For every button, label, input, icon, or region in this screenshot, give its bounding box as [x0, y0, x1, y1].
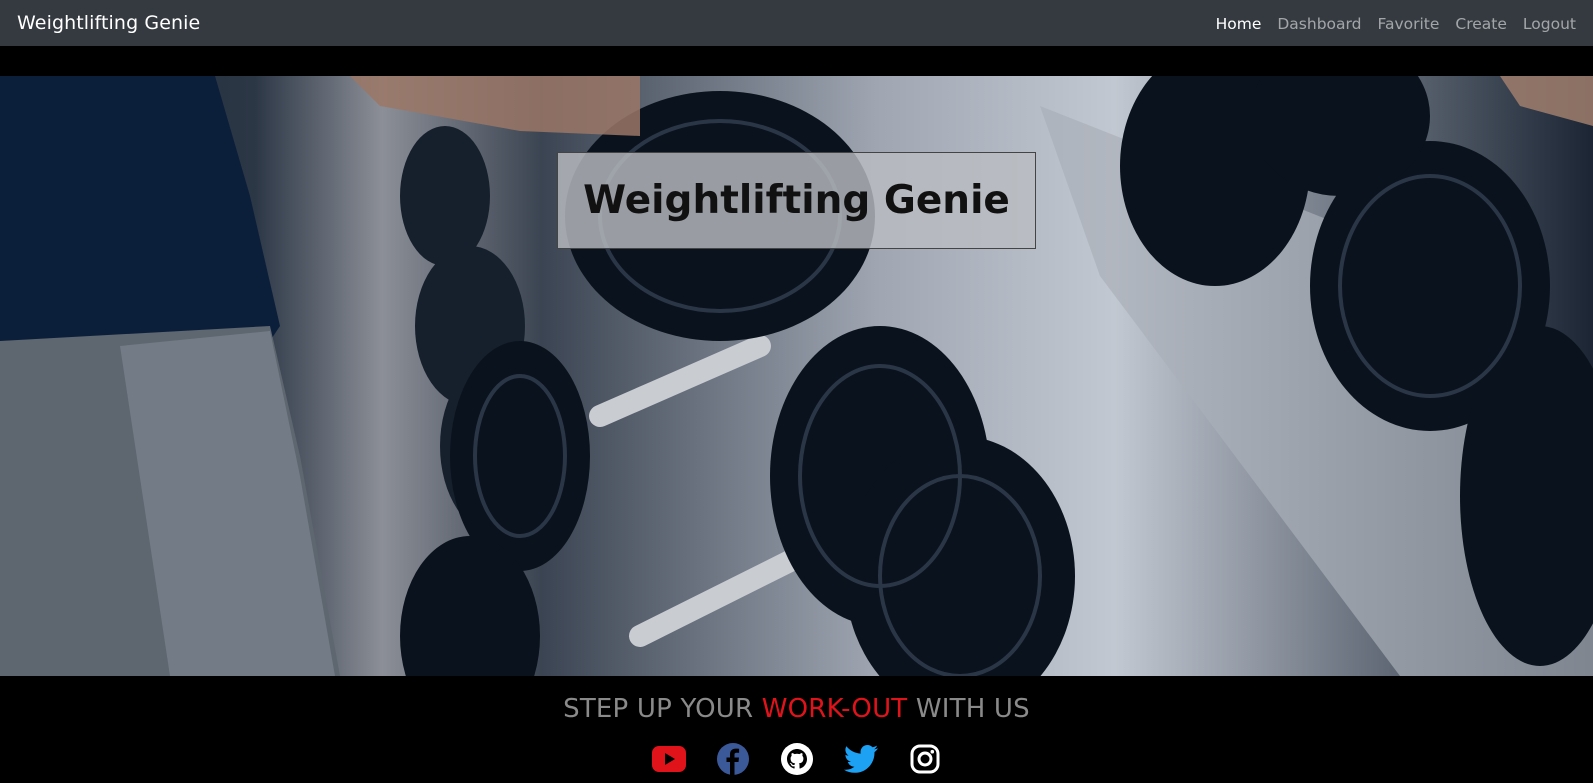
- hero-image: Weightlifting Genie: [0, 76, 1593, 676]
- tagline-accent: WORK-OUT: [761, 694, 908, 724]
- footer: STEP UP YOUR WORK-OUT WITH US: [0, 676, 1593, 783]
- github-icon[interactable]: [780, 742, 814, 776]
- tagline-end: WITH US: [915, 694, 1030, 724]
- nav-dashboard-link[interactable]: Dashboard: [1277, 15, 1361, 33]
- nav-links: Home Dashboard Favorite Create Logout: [1216, 14, 1576, 33]
- social-links: [0, 742, 1593, 776]
- youtube-icon[interactable]: [651, 742, 686, 776]
- facebook-icon[interactable]: [716, 742, 750, 776]
- tagline-start: STEP UP YOUR: [563, 694, 754, 724]
- twitter-icon[interactable]: [843, 742, 878, 776]
- hero-title: Weightlifting Genie: [583, 178, 1010, 223]
- nav-logout-link[interactable]: Logout: [1523, 15, 1576, 33]
- instagram-icon[interactable]: [908, 742, 942, 776]
- nav-home-link[interactable]: Home: [1216, 15, 1262, 33]
- hero-title-box: Weightlifting Genie: [557, 152, 1036, 249]
- tagline: STEP UP YOUR WORK-OUT WITH US: [0, 694, 1593, 724]
- nav-create-link[interactable]: Create: [1455, 15, 1507, 33]
- navbar: Weightlifting Genie Home Dashboard Favor…: [0, 0, 1593, 46]
- nav-favorite-link[interactable]: Favorite: [1377, 15, 1439, 33]
- brand-link[interactable]: Weightlifting Genie: [17, 12, 200, 34]
